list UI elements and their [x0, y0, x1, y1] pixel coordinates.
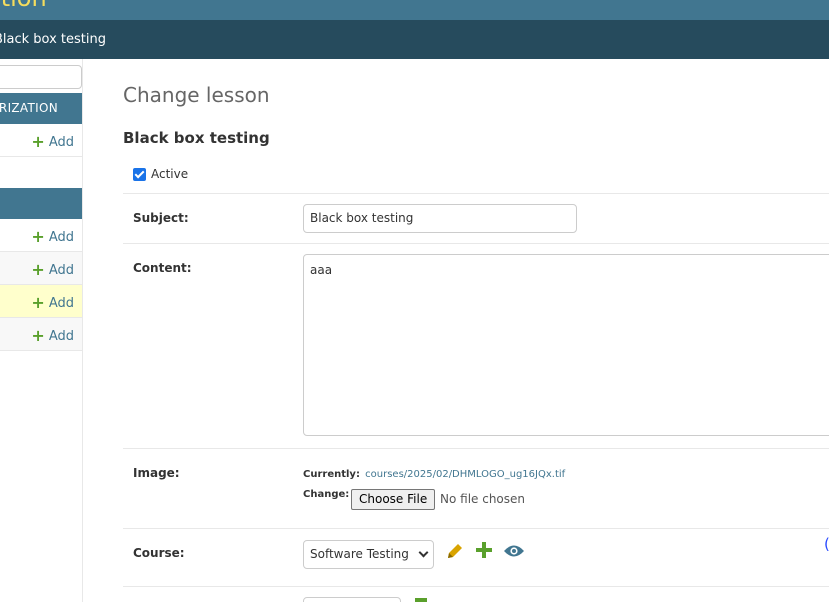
plus-icon: +	[31, 227, 45, 246]
chevron-down-icon	[418, 547, 429, 558]
file-current: Currently: courses/2025/02/DHMLOGO_ug16J…	[303, 469, 565, 480]
nav-filter-input[interactable]	[0, 65, 82, 89]
active-label[interactable]: Active	[151, 167, 188, 181]
form-row-content: Content: aaa	[123, 244, 829, 449]
cut-off-glyph: (	[824, 535, 829, 553]
course-label: Course:	[133, 546, 185, 560]
plus-icon: +	[31, 326, 45, 345]
sidebar-model-row: + Add	[0, 318, 82, 351]
form-row-course: Course: Software Testing	[123, 529, 829, 587]
currently-label: Currently:	[303, 469, 360, 480]
form-row-next	[123, 587, 829, 602]
course-select[interactable]: Software Testing	[303, 540, 434, 569]
module-caption-label: ORIZATION	[0, 101, 58, 115]
form-row-active: Active	[123, 159, 829, 194]
sidebar-add-link[interactable]: + Add	[31, 227, 74, 246]
sidebar-add-link[interactable]: + Add	[31, 132, 74, 151]
sidebar-add-link[interactable]: + Add	[31, 293, 74, 312]
plus-icon: +	[31, 132, 45, 151]
plus-icon: +	[31, 260, 45, 279]
no-file-text: No file chosen	[440, 492, 526, 506]
object-title: Black box testing	[123, 129, 270, 147]
breadcrumb: Black box testing	[0, 20, 829, 59]
choose-file-button[interactable]: Choose File	[351, 489, 436, 510]
site-branding: ation	[0, 0, 829, 20]
breadcrumb-current: Black box testing	[0, 32, 107, 47]
form-row-subject: Subject: Black box testing	[123, 194, 829, 244]
sidebar-model-row: + Add	[0, 219, 82, 252]
plus-icon: +	[31, 293, 45, 312]
image-label: Image:	[133, 466, 180, 480]
sidebar-model-row: + Add	[0, 124, 82, 157]
form-row-image: Image: Currently: courses/2025/02/DHMLOG…	[123, 449, 829, 529]
next-select[interactable]	[303, 597, 401, 602]
content-label: Content:	[133, 261, 192, 275]
module-caption-authorization[interactable]: ORIZATION	[0, 93, 82, 124]
sidebar-model-row: + Add	[0, 252, 82, 285]
module-caption-app[interactable]	[0, 188, 82, 219]
plus-icon[interactable]	[475, 541, 493, 559]
course-select-value: Software Testing	[310, 547, 409, 561]
active-checkbox[interactable]	[133, 168, 146, 181]
nav-sidebar: ORIZATION +Add +Add +Add +Add +Add	[0, 59, 83, 602]
sidebar-model-row-current: + Add	[0, 285, 82, 318]
sidebar-add-link[interactable]: + Add	[31, 260, 74, 279]
plus-icon[interactable]	[415, 598, 427, 602]
current-file-link[interactable]: courses/2025/02/DHMLOGO_ug16JQx.tif	[365, 469, 565, 480]
page-title: Change lesson	[123, 83, 270, 107]
subject-label: Subject:	[133, 211, 189, 225]
sidebar-add-link[interactable]: + Add	[31, 326, 74, 345]
main-content: Change lesson Black box testing Active S…	[83, 59, 829, 602]
content-textarea[interactable]: aaa	[303, 254, 829, 436]
site-name[interactable]: ation	[0, 0, 47, 12]
eye-icon[interactable]	[503, 543, 525, 559]
change-label: Change:	[303, 489, 350, 500]
pencil-icon[interactable]	[445, 541, 465, 561]
subject-input[interactable]: Black box testing	[303, 204, 577, 233]
